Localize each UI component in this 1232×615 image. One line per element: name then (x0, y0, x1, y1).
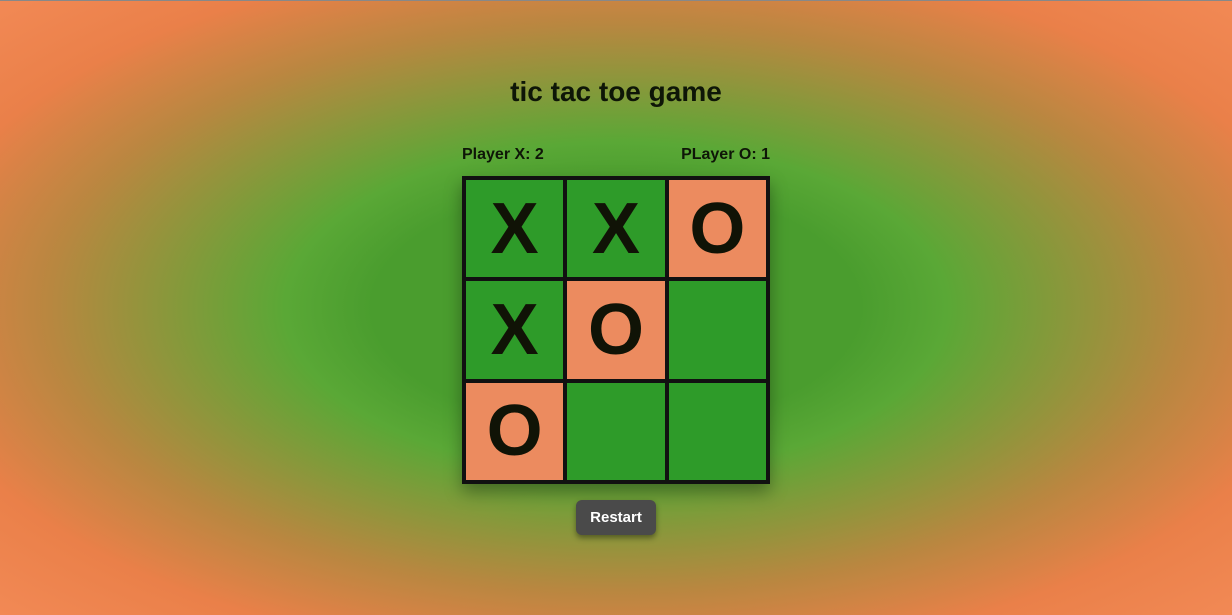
board-cell-0[interactable]: X (466, 180, 563, 277)
game-board: X X O X O O (462, 176, 770, 484)
board-cell-3[interactable]: X (466, 281, 563, 378)
score-player-o: PLayer O: 1 (681, 146, 770, 164)
board-cell-7[interactable] (567, 383, 664, 480)
board-cell-5[interactable] (669, 281, 766, 378)
score-row: Player X: 2 PLayer O: 1 (462, 146, 770, 164)
board-cell-2[interactable]: O (669, 180, 766, 277)
restart-button[interactable]: Restart (576, 500, 656, 535)
board-cell-4[interactable]: O (567, 281, 664, 378)
board-cell-6[interactable]: O (466, 383, 563, 480)
game-title: tic tac toe game (510, 76, 722, 108)
score-player-x: Player X: 2 (462, 146, 544, 164)
board-cell-1[interactable]: X (567, 180, 664, 277)
board-cell-8[interactable] (669, 383, 766, 480)
